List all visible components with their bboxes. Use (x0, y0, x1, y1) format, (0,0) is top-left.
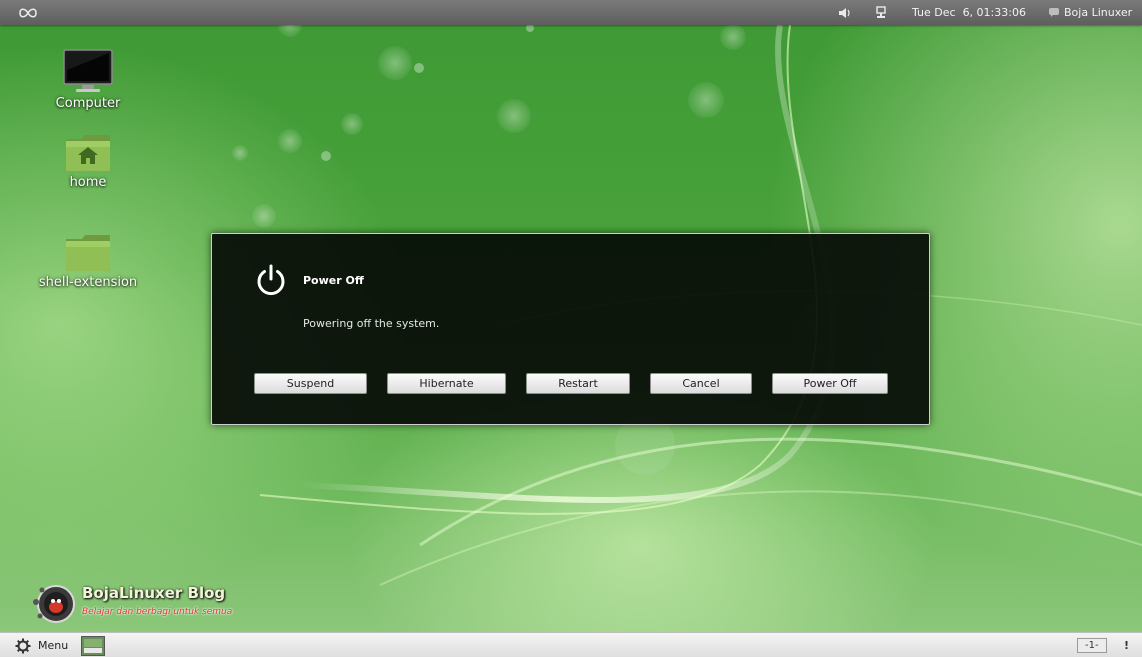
desktop-icon-label: shell-extension (38, 275, 138, 290)
suspend-button[interactable]: Suspend (254, 373, 367, 394)
clock-text: Tue Dec 6, 01:33:06 (912, 6, 1026, 19)
cancel-button[interactable]: Cancel (650, 373, 752, 394)
menu-label: Menu (38, 639, 69, 652)
desktop-icon-shell-extension[interactable]: shell-extension (28, 233, 148, 290)
hibernate-button[interactable]: Hibernate (387, 373, 506, 394)
dialog-message: Powering off the system. (303, 317, 440, 330)
desktop-icon-computer[interactable]: Computer (28, 48, 148, 111)
workspace-label: -1- (1077, 638, 1107, 653)
dialog-title: Power Off (303, 274, 364, 287)
gear-icon (15, 638, 31, 653)
volume-icon[interactable] (838, 0, 852, 25)
workspace-switcher[interactable]: -1- (1077, 633, 1107, 657)
power-off-dialog: Power Off Powering off the system. Suspe… (211, 233, 930, 425)
home-folder-icon (66, 135, 110, 171)
restart-button[interactable]: Restart (526, 373, 630, 394)
notification-button[interactable]: ! (1124, 633, 1129, 657)
desktop-icon-home[interactable]: home (28, 133, 148, 190)
watermark-title: BojaLinuxer Blog (82, 584, 226, 602)
desktop-thumbnail-icon (81, 635, 105, 656)
bottom-panel: Menu -1- ! (0, 632, 1142, 657)
network-icon[interactable] (875, 0, 887, 25)
folder-icon (66, 235, 110, 271)
power-icon (257, 264, 285, 296)
menu-button[interactable]: Menu (15, 633, 68, 657)
activities-icon[interactable] (18, 0, 38, 25)
power-off-button[interactable]: Power Off (772, 373, 888, 394)
watermark-subtitle: Belajar dan berbagi untuk semua (82, 607, 233, 617)
blog-watermark: BojaLinuxer Blog Belajar dan berbagi unt… (30, 580, 250, 628)
top-panel: Tue Dec 6, 01:33:06 Boja Linuxer (0, 0, 1142, 25)
user-menu[interactable]: Boja Linuxer (1048, 0, 1132, 25)
clock[interactable]: Tue Dec 6, 01:33:06 (912, 0, 1026, 25)
tux-logo-icon (33, 585, 75, 623)
desktop-icon-label: Computer (55, 96, 121, 111)
computer-icon (63, 49, 113, 92)
show-desktop-button[interactable] (81, 633, 105, 657)
chat-status-icon (1049, 8, 1059, 17)
user-name: Boja Linuxer (1064, 6, 1133, 19)
desktop-icon-label: home (69, 175, 107, 190)
notification-icon: ! (1124, 639, 1130, 652)
